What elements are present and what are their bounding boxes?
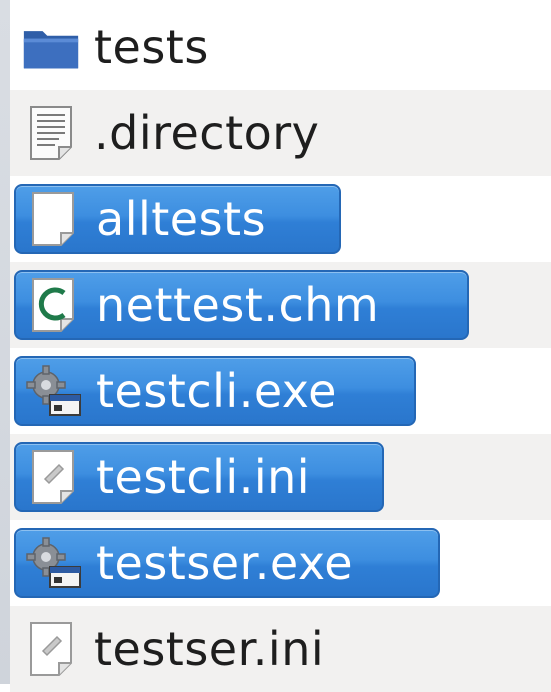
- file-item[interactable]: testcli.ini: [14, 442, 384, 512]
- config-file-icon: [22, 620, 80, 678]
- file-row-testser-ini[interactable]: testser.ini: [10, 606, 551, 692]
- executable-gear-icon: [24, 534, 82, 592]
- file-row-alltests[interactable]: alltests: [10, 176, 551, 262]
- file-row-testser-exe[interactable]: testser.exe: [10, 520, 551, 606]
- chm-help-file-icon: [24, 276, 82, 334]
- file-row-directory[interactable]: .directory: [10, 90, 551, 176]
- executable-gear-icon: [24, 362, 82, 420]
- file-name: .directory: [94, 106, 320, 160]
- file-row-tests[interactable]: tests: [10, 4, 551, 90]
- file-name: nettest.chm: [96, 278, 380, 332]
- file-item[interactable]: testser.exe: [14, 528, 440, 598]
- text-file-icon: [22, 104, 80, 162]
- file-row-testcli-ini[interactable]: testcli.ini: [10, 434, 551, 520]
- file-item[interactable]: tests: [14, 12, 237, 82]
- file-name: tests: [94, 20, 209, 74]
- file-name: testcli.exe: [96, 364, 337, 418]
- file-item[interactable]: .directory: [14, 98, 347, 168]
- file-name: testcli.ini: [96, 450, 311, 504]
- file-item[interactable]: nettest.chm: [14, 270, 469, 340]
- file-item[interactable]: testcli.exe: [14, 356, 416, 426]
- file-list: tests .directory alltests nettest.chm te…: [0, 0, 551, 692]
- blank-file-icon: [24, 190, 82, 248]
- file-row-nettest-chm[interactable]: nettest.chm: [10, 262, 551, 348]
- config-file-icon: [24, 448, 82, 506]
- folder-icon: [22, 18, 80, 76]
- file-name: testser.ini: [94, 622, 325, 676]
- file-item[interactable]: alltests: [14, 184, 341, 254]
- pane-left-border: [0, 0, 10, 684]
- file-name: testser.exe: [96, 536, 354, 590]
- file-item[interactable]: testser.ini: [14, 614, 352, 684]
- file-name: alltests: [96, 192, 267, 246]
- file-row-testcli-exe[interactable]: testcli.exe: [10, 348, 551, 434]
